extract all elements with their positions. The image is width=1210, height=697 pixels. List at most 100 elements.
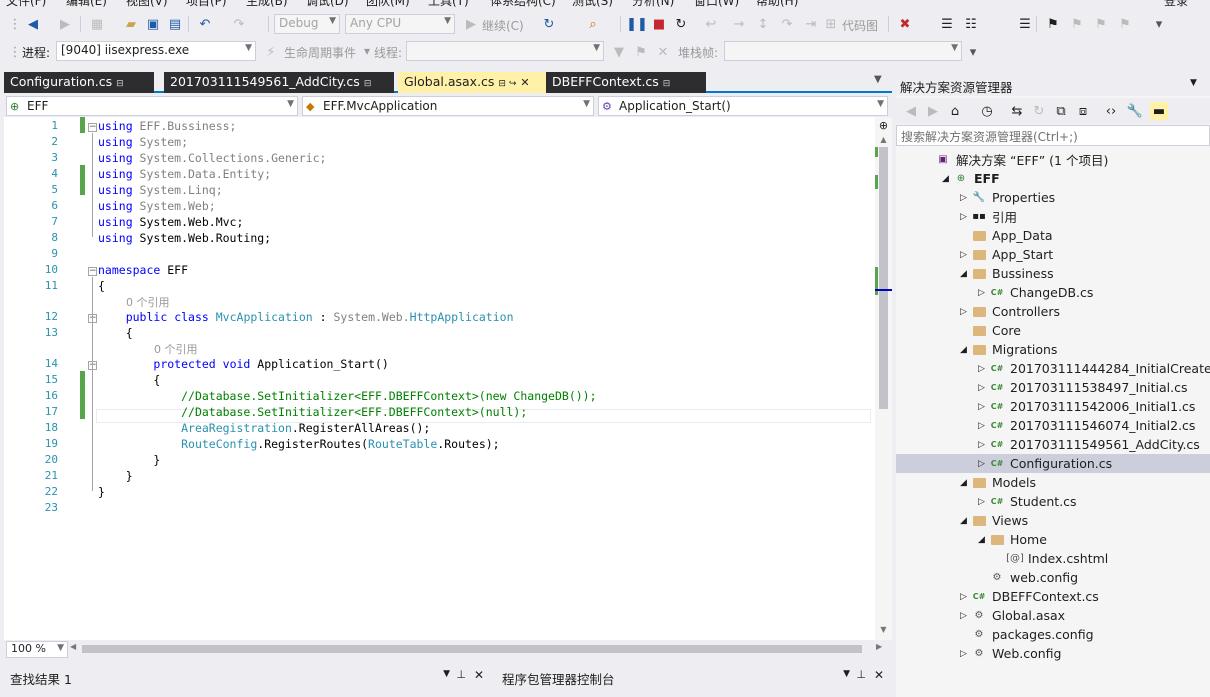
tree-item[interactable]: ⚙ packages.config	[896, 625, 1210, 644]
step-over-icon[interactable]: ↕	[754, 15, 772, 33]
codemap-button[interactable]: 代码图	[842, 17, 878, 34]
save-all-icon[interactable]: ▤	[166, 15, 184, 33]
expand-icon[interactable]: ▷	[978, 459, 988, 469]
expand-icon[interactable]: ▷	[960, 592, 970, 602]
tree-item[interactable]: ▷ App_Start	[896, 245, 1210, 264]
scroll-down-icon[interactable]: ▼	[877, 625, 890, 635]
expand-icon[interactable]: ▷	[978, 383, 988, 393]
bookmark-icon[interactable]: ⚑	[1044, 15, 1062, 33]
menu-debug[interactable]: 调试(D)	[306, 0, 349, 8]
solution-search-input[interactable]: 搜索解决方案资源管理器(Ctrl+;)	[896, 125, 1210, 146]
menu-help[interactable]: 帮助(H)	[756, 0, 798, 8]
tab-dbeffcontext[interactable]: DBEFFContext.cs ⊟	[546, 72, 706, 93]
filter-icon[interactable]: ▼	[610, 43, 628, 61]
back-icon[interactable]: ◀	[902, 102, 920, 120]
type-select[interactable]: ◆ EFF.MvcApplication ▼	[302, 96, 594, 116]
menu-view[interactable]: 视图(V)	[126, 0, 168, 8]
lifecycle-icon[interactable]: ⚡	[262, 43, 280, 61]
flag-all-icon[interactable]: ✕	[654, 43, 672, 61]
tree-item[interactable]: ▷ ⚙ Web.config	[896, 644, 1210, 663]
stackframe-select[interactable]: ▼	[724, 41, 962, 61]
scroll-thumb[interactable]	[879, 147, 888, 409]
collapse-icon[interactable]: ◢	[960, 345, 970, 355]
menu-project[interactable]: 项目(P)	[186, 0, 227, 8]
indent-icon[interactable]: ☷	[962, 15, 980, 33]
tree-item[interactable]: ▷ ▪▪ 引用	[896, 207, 1210, 226]
tree-item[interactable]: ▷ ⚙ Global.asax	[896, 606, 1210, 625]
prev-bookmark-icon[interactable]: ⚑	[1068, 15, 1086, 33]
panel-dropdown-icon[interactable]: ▼	[443, 669, 450, 679]
outdent-icon[interactable]: ☰	[1016, 15, 1034, 33]
panel-dropdown-icon[interactable]: ▼	[1190, 78, 1197, 88]
pin-icon[interactable]: ⊟ ↪	[498, 79, 516, 89]
menu-architecture[interactable]: 体系结构(C)	[490, 0, 556, 8]
tree-item[interactable]: ◢ Bussiness	[896, 264, 1210, 283]
collapse-icon[interactable]: ◢	[960, 269, 970, 279]
tree-item[interactable]: App_Data	[896, 226, 1210, 245]
show-next-statement-icon[interactable]: ↩	[702, 15, 720, 33]
tab-global-asax[interactable]: Global.asax.cs ⊟ ↪ ✕	[398, 72, 548, 93]
tree-item[interactable]: ▷ 🔧 Properties	[896, 188, 1210, 207]
toolbar-overflow-icon[interactable]: ▾	[964, 43, 982, 61]
toolbar-overflow-icon[interactable]: ▾	[1150, 15, 1168, 33]
tree-item[interactable]: ⚙ web.config	[896, 568, 1210, 587]
back-icon[interactable]: ◀	[24, 15, 42, 33]
save-icon[interactable]: ▣	[144, 15, 162, 33]
tree-item[interactable]: ▣ 解决方案 “EFF” (1 个项目)	[896, 150, 1210, 169]
next-bookmark-icon[interactable]: ⚑	[1092, 15, 1110, 33]
tree-item[interactable]: ◢ Views	[896, 511, 1210, 530]
find-results-panel-header[interactable]: 查找结果 1 ▼ ⊥ ✕	[4, 666, 490, 688]
menu-build[interactable]: 生成(B)	[246, 0, 288, 8]
pin-icon[interactable]: ⊥	[856, 668, 866, 681]
expand-icon[interactable]: ▷	[960, 307, 970, 317]
expand-icon[interactable]: ▷	[960, 212, 970, 222]
collapse-icon[interactable]: ◢	[960, 478, 970, 488]
sync-icon[interactable]: ⇆	[1008, 102, 1026, 120]
member-select[interactable]: ⚙ Application_Start() ▼	[598, 96, 888, 116]
continue-button[interactable]: 继续(C)	[482, 17, 524, 34]
expand-icon[interactable]: ▷	[978, 364, 988, 374]
tree-item[interactable]: [@] Index.cshtml	[896, 549, 1210, 568]
package-console-panel-header[interactable]: 程序包管理器控制台 ▼ ⊥ ✕	[496, 666, 890, 688]
lifecycle-events-button[interactable]: 生命周期事件	[284, 44, 356, 61]
tree-item[interactable]: ◢ Home	[896, 530, 1210, 549]
step-out-icon[interactable]: ↷	[778, 15, 796, 33]
breakpoints-icon[interactable]: ✖	[896, 15, 914, 33]
login-link[interactable]: 登录	[1164, 0, 1188, 8]
process-select[interactable]: [9040] iisexpress.exe ▼	[56, 41, 256, 61]
open-file-icon[interactable]: ▰	[122, 15, 140, 33]
clear-bookmarks-icon[interactable]: ⚑	[1116, 15, 1134, 33]
close-icon[interactable]: ✕	[874, 668, 884, 682]
codelens-references[interactable]: 0 个引用	[154, 341, 198, 357]
show-all-files-icon[interactable]: ⧈	[1074, 102, 1092, 120]
tree-item[interactable]: ▷ C# 201703111444284_InitialCreate.cs	[896, 359, 1210, 378]
lifecycle-dropdown-icon[interactable]: ▾	[364, 44, 370, 58]
horizontal-scroll-thumb[interactable]	[82, 645, 862, 653]
outline-collapse-icon[interactable]: −	[88, 267, 97, 276]
collapse-icon[interactable]: ◢	[942, 174, 952, 184]
redo-icon[interactable]: ↷	[230, 15, 248, 33]
restart-icon[interactable]: ↻	[672, 15, 690, 33]
expand-icon[interactable]: ▷	[978, 402, 988, 412]
tree-item[interactable]: ▷ C# DBEFFContext.cs	[896, 587, 1210, 606]
hex-icon[interactable]: ⇥	[802, 15, 820, 33]
undo-icon[interactable]: ↶	[196, 15, 214, 33]
tree-item[interactable]: ◢ Migrations	[896, 340, 1210, 359]
history-icon[interactable]: ◷	[978, 102, 996, 120]
codelens-references[interactable]: 0 个引用	[126, 294, 170, 310]
close-icon[interactable]: ✕	[474, 668, 484, 682]
stop-icon[interactable]: ■	[650, 15, 668, 33]
platform-select[interactable]: Any CPU ▼	[345, 14, 455, 34]
vertical-scrollbar[interactable]: ⊕ ▲ ▼	[875, 117, 892, 640]
expand-icon[interactable]: ▷	[960, 250, 970, 260]
tree-item[interactable]: Core	[896, 321, 1210, 340]
menu-team[interactable]: 团队(M)	[366, 0, 410, 8]
continue-icon[interactable]: ▶	[462, 15, 480, 33]
collapse-icon[interactable]: ◢	[960, 516, 970, 526]
tree-item[interactable]: ▷ C# Student.cs	[896, 492, 1210, 511]
scroll-right-icon[interactable]: ▶	[876, 642, 888, 651]
tree-item[interactable]: ▷ C# 201703111549561_AddCity.cs	[896, 435, 1210, 454]
menu-test[interactable]: 测试(S)	[572, 0, 613, 8]
close-icon[interactable]: ✕	[520, 76, 529, 89]
menu-tools[interactable]: 工具(T)	[428, 0, 469, 8]
